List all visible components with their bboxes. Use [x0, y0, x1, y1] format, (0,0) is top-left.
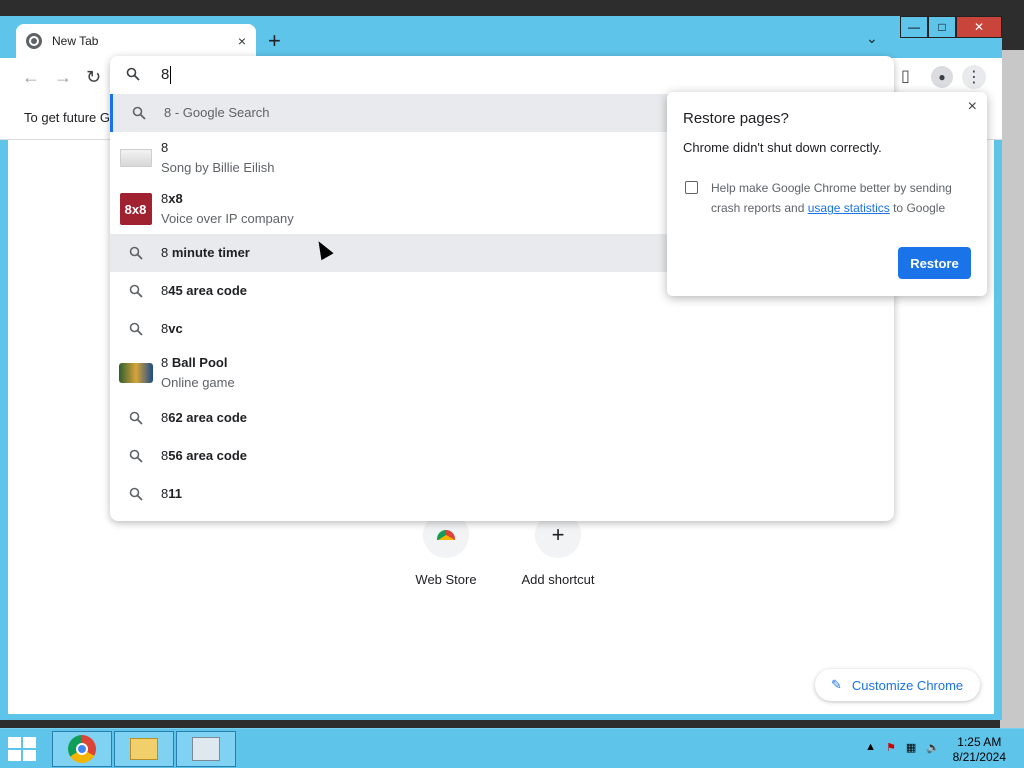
- search-icon: [126, 67, 140, 86]
- clock[interactable]: 1:25 AM 8/21/2024: [953, 735, 1006, 765]
- help-text-part2: to Google: [889, 201, 946, 215]
- taskbar-file-explorer[interactable]: [114, 731, 174, 767]
- window-controls: — □ ✕: [900, 16, 1002, 38]
- search-icon: [110, 322, 161, 336]
- back-button[interactable]: ←: [22, 67, 40, 88]
- reload-button[interactable]: ↻: [86, 67, 101, 88]
- crash-report-checkbox[interactable]: [685, 181, 698, 194]
- maximize-button[interactable]: □: [928, 16, 956, 38]
- more-vert-icon: ⋮: [962, 65, 986, 89]
- taskbar-performance-monitor[interactable]: [176, 731, 236, 767]
- new-tab-button[interactable]: +: [268, 28, 281, 54]
- omnibox-text: 8: [161, 66, 170, 83]
- customize-label: Customize Chrome: [851, 677, 964, 693]
- search-icon: [110, 246, 161, 260]
- taskbar-chrome[interactable]: [52, 731, 112, 767]
- search-icon: [110, 411, 161, 425]
- suggestion-subtitle: Song by Billie Eilish: [161, 160, 275, 175]
- restore-pages-dialog: Restore pages? × Chrome didn't shut down…: [667, 92, 987, 296]
- search-icon: [110, 449, 161, 463]
- dialog-message: Chrome didn't shut down correctly.: [683, 140, 882, 155]
- 8x8-logo: 8x8: [119, 193, 152, 225]
- suggestion-prefix: 8: [161, 355, 172, 370]
- tab-new-tab[interactable]: New Tab ×: [16, 24, 256, 58]
- infobar-text: To get future G: [24, 110, 110, 125]
- omnibox-input[interactable]: 8: [110, 56, 894, 94]
- suggestion-bold: 11: [168, 486, 182, 501]
- dialog-title: Restore pages?: [683, 110, 789, 127]
- suggestion-bold: 62 area code: [168, 410, 248, 425]
- side-panel-icon[interactable]: ▯: [901, 66, 910, 86]
- suggestion-title: 8: [161, 140, 169, 155]
- tab-title: New Tab: [52, 34, 99, 48]
- usage-statistics-link[interactable]: usage statistics: [808, 201, 890, 215]
- network-icon[interactable]: ▦: [906, 741, 916, 754]
- suggestion-8-ball-pool[interactable]: 8 Ball Pool Online game: [110, 350, 894, 396]
- windows-start-icon[interactable]: [8, 737, 38, 761]
- tab-close-icon[interactable]: ×: [238, 33, 246, 49]
- suggestion-bold: vc: [168, 321, 183, 336]
- suggestion-bold: Ball Pool: [171, 355, 228, 370]
- search-icon: [110, 487, 161, 501]
- profile-button[interactable]: ●: [931, 66, 953, 88]
- search-icon: [110, 284, 161, 298]
- forward-button[interactable]: →: [54, 67, 72, 88]
- background-window-edge: [1000, 50, 1024, 730]
- suggestion-8vc[interactable]: 8vc: [110, 310, 894, 348]
- suggestion-rest: - Google Search: [171, 105, 270, 120]
- tab-search-chevron-icon[interactable]: ⌄: [866, 30, 878, 47]
- system-tray: ▲ ⚑ ▦ 🔈: [865, 741, 940, 754]
- add-shortcut-button[interactable]: + Add shortcut: [508, 512, 608, 587]
- suggestion-subtitle: Online game: [161, 375, 235, 390]
- minimize-button[interactable]: —: [900, 16, 928, 38]
- shortcut-label: Web Store: [415, 572, 477, 587]
- suggestion-subtitle: Voice over IP company: [161, 211, 294, 226]
- restore-button[interactable]: Restore: [898, 247, 971, 279]
- performance-monitor-icon: [192, 737, 220, 761]
- suggestion-bold: 56 area code: [168, 448, 248, 463]
- clock-date: 8/21/2024: [952, 750, 1006, 764]
- customize-chrome-button[interactable]: ✎ Customize Chrome: [815, 669, 980, 701]
- suggestion-856-area-code[interactable]: 856 area code: [110, 437, 894, 475]
- dialog-close-icon[interactable]: ×: [968, 98, 977, 116]
- suggestion-bold: 45 area code: [168, 283, 248, 298]
- chrome-menu-button[interactable]: ⋮: [962, 65, 986, 89]
- folder-icon: [130, 738, 158, 760]
- tray-expand-icon[interactable]: ▲: [865, 741, 876, 754]
- crash-report-label: Help make Google Chrome better by sendin…: [711, 178, 971, 218]
- chrome-icon: [26, 33, 42, 49]
- 8-ball-pool-thumbnail: [118, 363, 153, 383]
- search-icon: [113, 106, 164, 120]
- action-center-icon[interactable]: ⚑: [886, 741, 896, 754]
- clock-time: 1:25 AM: [957, 735, 1002, 749]
- shortcut-web-store[interactable]: Web Store: [396, 512, 496, 587]
- suggestion-862-area-code[interactable]: 862 area code: [110, 399, 894, 437]
- shortcut-label: Add shortcut: [521, 572, 595, 587]
- song-thumbnail: [110, 149, 161, 167]
- suggestion-bold: x8: [168, 191, 183, 206]
- close-window-button[interactable]: ✕: [956, 16, 1002, 38]
- suggestion-prefix: 8: [161, 245, 172, 260]
- chrome-icon: [68, 735, 96, 763]
- suggestion-bold: minute timer: [171, 245, 250, 260]
- suggestion-811[interactable]: 811: [110, 475, 894, 513]
- volume-muted-icon[interactable]: 🔈: [926, 741, 940, 754]
- profile-avatar-icon: ●: [931, 66, 953, 88]
- taskbar: ▲ ⚑ ▦ 🔈 1:25 AM 8/21/2024: [0, 728, 1024, 768]
- pencil-icon: ✎: [831, 677, 842, 692]
